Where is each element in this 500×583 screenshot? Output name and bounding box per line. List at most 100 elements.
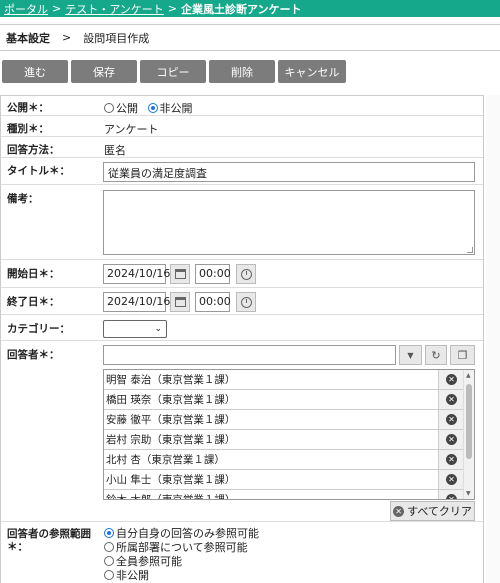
delete-button[interactable]: 削除: [209, 60, 275, 83]
start-time-input[interactable]: 00:00: [195, 264, 231, 284]
category-label: カテゴリー：: [7, 323, 70, 335]
remove-button[interactable]: ✕: [438, 450, 464, 469]
list-item: 小山 隼士（東京営業１課） ✕: [104, 470, 464, 490]
title-row: タイトル＊： 従業員の満足度調査: [1, 158, 483, 185]
next-button[interactable]: 進む: [2, 60, 68, 83]
breadcrumb-survey-link[interactable]: テスト・アンケート: [65, 1, 164, 17]
step-basic-settings: 基本設定: [6, 31, 50, 45]
remove-button[interactable]: ✕: [438, 490, 464, 499]
end-row: 終了日＊： 2024/10/16 00:00: [1, 288, 483, 315]
start-clock-button[interactable]: [236, 264, 256, 284]
breadcrumb-separator: >: [52, 2, 62, 15]
end-label: 終了日＊：: [7, 296, 60, 308]
copy-window-icon: ❐: [457, 348, 468, 362]
remove-button[interactable]: ✕: [438, 470, 464, 489]
close-icon: ✕: [446, 494, 457, 499]
close-icon: ✕: [446, 374, 457, 385]
breadcrumb: ポータル > テスト・アンケート > 企業風土診断アンケート: [0, 0, 500, 17]
radio-checked-icon: [104, 528, 114, 538]
type-label: 種別＊：: [7, 123, 49, 135]
category-row: カテゴリー： ⌄: [1, 315, 483, 341]
chevron-down-icon: ⌄: [154, 324, 162, 334]
step-arrow: >: [62, 31, 72, 44]
scroll-thumb[interactable]: [466, 384, 472, 459]
list-item: 北村 杏（東京営業１課） ✕: [104, 450, 464, 470]
type-row: 種別＊： アンケート: [1, 116, 483, 137]
note-row: 備考：: [1, 185, 483, 260]
copy-button[interactable]: コピー: [140, 60, 206, 83]
close-icon: ✕: [446, 414, 457, 425]
clear-all-button[interactable]: ✕ すべてクリア: [390, 501, 475, 521]
close-icon: ✕: [393, 505, 405, 517]
remove-button[interactable]: ✕: [438, 370, 464, 389]
resize-grip-icon[interactable]: [467, 247, 473, 253]
close-icon: ✕: [446, 454, 457, 465]
radio-checked-icon: [147, 103, 158, 113]
remove-button[interactable]: ✕: [438, 390, 464, 409]
public-label: 公開＊：: [7, 102, 49, 114]
cancel-button[interactable]: キャンセル: [278, 60, 346, 83]
type-value: アンケート: [104, 123, 159, 136]
respondents-label: 回答者＊：: [7, 349, 60, 361]
calendar-icon: [174, 269, 186, 279]
end-calendar-button[interactable]: [170, 292, 190, 312]
title-input[interactable]: 従業員の満足度調査: [103, 162, 475, 182]
triangle-down-icon: ▼: [407, 350, 414, 360]
list-item: 安藤 徹平（東京営業１課） ✕: [104, 410, 464, 430]
respondents-list: 明智 泰治（東京営業１課） ✕ 橋田 瑛奈（東京営業１課） ✕ 安藤 徹平（東京営業…: [103, 369, 475, 500]
survey-form: 公開＊： 公開 非公開 種別＊： アンケート 回答方法： 匿名 タイトル＊： 従…: [0, 95, 484, 583]
respondents-popup-button[interactable]: ❐: [450, 345, 475, 365]
step-item-creation: 設問項目作成: [83, 31, 150, 45]
scope-label-line2: ＊：: [7, 541, 28, 553]
respondents-search-input[interactable]: [103, 345, 396, 365]
calendar-icon: [174, 297, 186, 307]
list-item: 鈴木 太郎（東京営業１課） ✕: [104, 490, 464, 499]
scroll-up-icon[interactable]: ▲: [466, 372, 471, 379]
end-time-input[interactable]: 00:00: [195, 292, 231, 312]
radio-icon: [104, 570, 114, 580]
respondents-reset-button[interactable]: ↻: [425, 345, 447, 365]
method-label: 回答方法：: [7, 144, 60, 156]
remove-button[interactable]: ✕: [438, 430, 464, 449]
start-calendar-button[interactable]: [170, 264, 190, 284]
scroll-down-icon[interactable]: ▼: [466, 490, 471, 497]
clock-icon: [240, 296, 252, 308]
public-radio-public[interactable]: 公開: [104, 102, 138, 115]
title-label: タイトル＊：: [7, 165, 70, 177]
refresh-icon: ↻: [431, 348, 441, 362]
category-select[interactable]: ⌄: [103, 320, 167, 338]
scope-row: 回答者の参照範囲 ＊： 自分自身の回答のみ参照可能 所属部署について参照可能 全…: [1, 522, 483, 583]
clock-icon: [240, 268, 252, 280]
note-textarea[interactable]: [103, 190, 475, 255]
save-button[interactable]: 保存: [71, 60, 137, 83]
list-item: 岩村 宗助（東京営業１課） ✕: [104, 430, 464, 450]
end-clock-button[interactable]: [236, 292, 256, 312]
close-icon: ✕: [446, 474, 457, 485]
end-date-input[interactable]: 2024/10/16: [103, 292, 170, 312]
close-icon: ✕: [446, 434, 457, 445]
breadcrumb-portal-link[interactable]: ポータル: [4, 1, 48, 17]
public-row: 公開＊： 公開 非公開: [1, 96, 483, 116]
remove-button[interactable]: ✕: [438, 410, 464, 429]
public-radio-private[interactable]: 非公開: [147, 102, 193, 115]
start-date-input[interactable]: 2024/10/16: [103, 264, 170, 284]
method-row: 回答方法： 匿名: [1, 137, 483, 158]
start-label: 開始日＊：: [7, 268, 60, 280]
list-item: 橋田 瑛奈（東京営業１課） ✕: [104, 390, 464, 410]
respondents-dropdown-button[interactable]: ▼: [399, 345, 422, 365]
step-indicator: 基本設定 > 設問項目作成: [0, 24, 500, 51]
public-radio-group: 公開 非公開: [104, 100, 193, 116]
respondents-row: 回答者＊： ▼ ↻ ❐ 明智 泰治（東京営業１課） ✕ 橋田 瑛奈（東京営業１課）…: [1, 341, 483, 522]
close-icon: ✕: [446, 394, 457, 405]
breadcrumb-current: 企業風土診断アンケート: [181, 2, 302, 16]
note-label: 備考：: [7, 193, 39, 205]
start-row: 開始日＊： 2024/10/16 00:00: [1, 260, 483, 288]
radio-icon: [104, 103, 114, 113]
page-scrollbar[interactable]: [486, 95, 500, 583]
scope-radio-private[interactable]: 非公開: [104, 567, 149, 583]
list-scrollbar[interactable]: ▲ ▼: [463, 370, 474, 499]
breadcrumb-separator: >: [167, 2, 177, 15]
list-item: 明智 泰治（東京営業１課） ✕: [104, 370, 464, 390]
radio-icon: [104, 556, 114, 566]
method-value: 匿名: [104, 144, 126, 157]
